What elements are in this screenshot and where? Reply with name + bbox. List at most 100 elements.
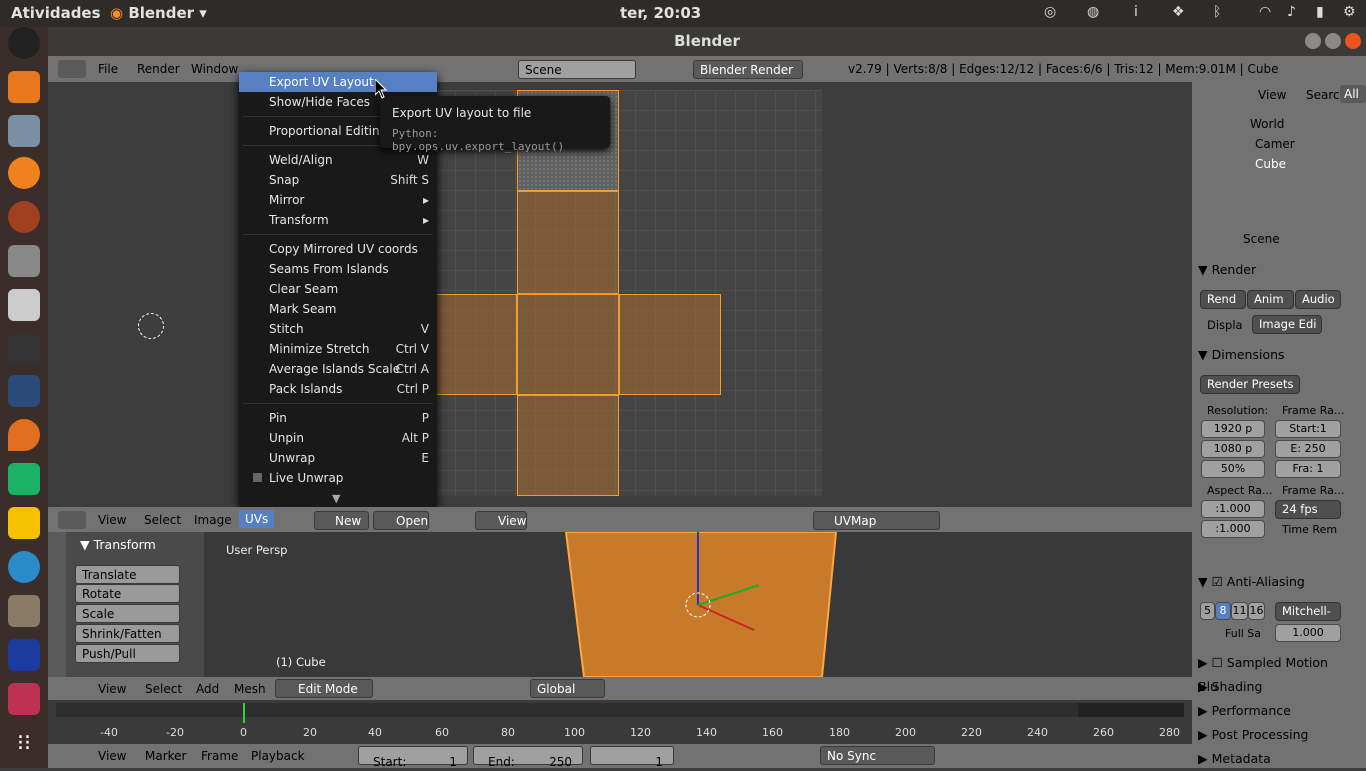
dropbox-icon[interactable]: ❖ (1172, 4, 1185, 20)
2d-cursor-icon[interactable] (138, 313, 164, 339)
menu-item-copy-mirrored-uv[interactable]: Copy Mirrored UV coords (239, 239, 437, 259)
resolution-x-field[interactable]: 1920 p (1201, 420, 1265, 438)
end-frame-field[interactable]: End: 250 (473, 746, 583, 769)
resolution-y-field[interactable]: 1080 p (1201, 440, 1265, 458)
sync-icon[interactable]: ◎ (1044, 4, 1056, 20)
push-pull-button[interactable]: Push/Pull (75, 644, 180, 663)
post-processing-panel-header[interactable]: ▶ Post Processing (1198, 723, 1343, 747)
game-icon[interactable] (8, 201, 40, 233)
start-frame-field[interactable]: Start:1 (358, 746, 468, 769)
mu-icon[interactable] (8, 551, 40, 583)
scroll-down-icon[interactable]: ▼ (332, 492, 340, 505)
new-image-button[interactable]: New (314, 511, 369, 530)
aa-filter-select[interactable]: Mitchell- (1275, 602, 1341, 621)
orientation-select[interactable]: Global (530, 679, 605, 698)
start-frame-field[interactable]: Start:1 (1275, 420, 1341, 438)
apps-grid-icon[interactable]: ⁝⁝ (8, 729, 40, 761)
maximize-icon[interactable] (1325, 33, 1341, 49)
menu-frame[interactable]: Frame (201, 749, 238, 763)
menu-item-minimize-stretch[interactable]: Minimize Stretch Ctrl V (239, 339, 437, 359)
ubuntu-icon[interactable] (8, 27, 40, 59)
menu-view[interactable]: View (98, 513, 126, 527)
menu-item-mirror[interactable]: Mirror ▸ (239, 190, 437, 210)
menu-item-weld-align[interactable]: Weld/Align W (239, 150, 437, 170)
timeline[interactable]: -40 -20 0 20 40 60 80 100 120 140 160 18… (48, 700, 1192, 744)
sampled-motion-blur-panel-header[interactable]: ▶ ☐ Sampled Motion Blu (1198, 651, 1348, 694)
outliner-item-world[interactable]: World (1250, 117, 1284, 131)
outliner-item-camera[interactable]: Camer (1255, 137, 1295, 151)
clock[interactable]: ter, 20:03 (620, 4, 701, 22)
menu-view[interactable]: View (98, 682, 126, 696)
minimize-icon[interactable] (1305, 33, 1321, 49)
info-icon[interactable]: i (1134, 4, 1138, 20)
piano-icon[interactable] (8, 333, 40, 365)
hand-icon[interactable] (8, 507, 40, 539)
app-menu-button[interactable]: ◉ Blender ▾ (110, 4, 207, 22)
app-icon[interactable] (8, 115, 40, 147)
camera-icon[interactable] (8, 289, 40, 321)
3d-viewport[interactable]: User Persp (1) Cube (204, 532, 1192, 677)
menu-item-unpin[interactable]: Unpin Alt P (239, 428, 437, 448)
scale-button[interactable]: Scale (75, 604, 180, 623)
translate-button[interactable]: Translate (75, 565, 180, 584)
menu-item-average-islands-scale[interactable]: Average Islands Scale Ctrl A (239, 359, 437, 379)
uvmap-select[interactable]: UVMap (813, 511, 940, 530)
chrome-icon[interactable]: ◍ (1087, 4, 1099, 20)
menu-item-transform[interactable]: Transform ▸ (239, 210, 437, 230)
outliner-filter-select[interactable]: All (1340, 85, 1366, 103)
menu-item-clear-seam[interactable]: Clear Seam (239, 279, 437, 299)
render-panel-header[interactable]: ▼ Render (1198, 258, 1343, 282)
menu-item-export-uv-layout[interactable]: Export UV Layout (239, 72, 437, 92)
outliner-item-cube[interactable]: Cube (1255, 157, 1286, 171)
frame-rate-select[interactable]: 24 fps (1275, 500, 1341, 519)
keyboard-icon[interactable] (8, 245, 40, 277)
headphones-icon[interactable] (8, 463, 40, 495)
audio-icon[interactable] (8, 639, 40, 671)
checkbox[interactable] (253, 473, 262, 482)
resolution-percent-field[interactable]: 50% (1201, 460, 1265, 478)
play-icon[interactable] (8, 157, 40, 189)
animation-button[interactable]: Anim (1247, 290, 1294, 309)
arrow-icon[interactable] (8, 683, 40, 715)
menu-view[interactable]: View (98, 749, 126, 763)
menu-uvs[interactable]: UVs (239, 510, 275, 528)
audio-button[interactable]: Audio (1295, 290, 1341, 309)
power-icon[interactable]: ⚙ (1343, 4, 1356, 20)
menu-window[interactable]: Window (191, 62, 238, 76)
midi-icon[interactable] (8, 375, 40, 407)
vlc-icon[interactable] (8, 71, 40, 103)
mode-select[interactable]: Edit Mode (275, 679, 373, 698)
current-frame-marker[interactable] (243, 703, 245, 723)
display-select[interactable]: Image Edi (1252, 315, 1322, 334)
filter-size-field[interactable]: 1.000 (1275, 624, 1341, 642)
menu-item-snap[interactable]: Snap Shift S (239, 170, 437, 190)
menu-item-mark-seam[interactable]: Mark Seam (239, 299, 437, 319)
metadata-panel-header[interactable]: ▶ Metadata (1198, 747, 1343, 771)
volume-icon[interactable]: ♪ (1287, 4, 1296, 20)
shading-panel-header[interactable]: ▶ Shading (1198, 675, 1343, 699)
current-frame-field[interactable]: 1 (590, 746, 674, 769)
view-mode-select[interactable]: View (475, 511, 527, 530)
menu-render[interactable]: Render (137, 62, 180, 76)
aa-samples-11[interactable]: 11 (1231, 602, 1248, 620)
frame-step-field[interactable]: Fra: 1 (1275, 460, 1341, 478)
aspect-y-field[interactable]: :1.000 (1201, 520, 1265, 538)
dimensions-panel-header[interactable]: ▼ Dimensions (1198, 343, 1343, 367)
sync-mode-select[interactable]: No Sync (820, 746, 935, 765)
end-frame-field[interactable]: E: 250 (1275, 440, 1341, 458)
menu-image[interactable]: Image (194, 513, 232, 527)
shrink-fatten-button[interactable]: Shrink/Fatten (75, 624, 180, 643)
performance-panel-header[interactable]: ▶ Performance (1198, 699, 1343, 723)
aspect-x-field[interactable]: :1.000 (1201, 500, 1265, 518)
uv-face[interactable] (517, 294, 619, 395)
menu-file[interactable]: File (98, 62, 118, 76)
render-button[interactable]: Rend (1200, 290, 1246, 309)
menu-item-pack-islands[interactable]: Pack Islands Ctrl P (239, 379, 437, 399)
outliner-view-menu[interactable]: View (1258, 88, 1286, 102)
menu-item-seams-from-islands[interactable]: Seams From Islands (239, 259, 437, 279)
uv-face[interactable] (517, 395, 619, 496)
uv-face[interactable] (619, 294, 721, 395)
battery-icon[interactable]: ▮ (1316, 4, 1324, 20)
app-icon[interactable] (8, 595, 40, 627)
editor-type-icon[interactable] (58, 60, 86, 78)
